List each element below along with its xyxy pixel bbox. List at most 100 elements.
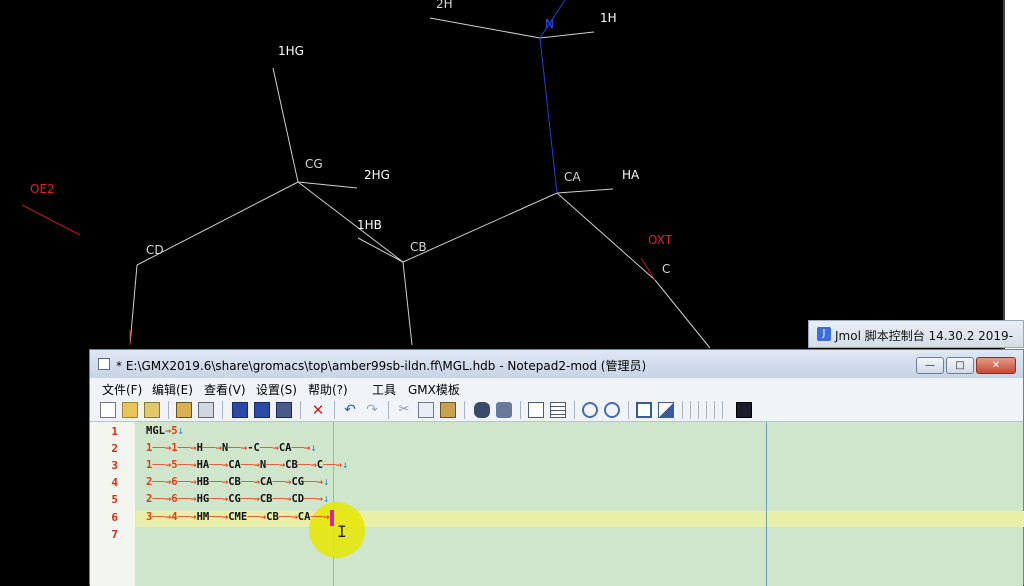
save-as-icon[interactable] <box>254 402 270 418</box>
toolbar-separator <box>464 401 465 419</box>
toolbar-separator <box>520 401 521 419</box>
customize-icon[interactable] <box>658 402 674 418</box>
line-number: 7 <box>111 528 118 541</box>
jmol-viewer[interactable]: 2H N 1H 1HG CG 2HG CA HA OE2 CD 1HB CB O… <box>0 0 1003 350</box>
minimize-button[interactable]: — <box>916 357 944 374</box>
undo-icon[interactable]: ↶ <box>342 402 358 418</box>
tab-arrow-icon: ──→ <box>177 476 197 488</box>
line-number: 1 <box>111 425 118 438</box>
code-line-6[interactable]: 3──→4──→HM──→CME──→CB──→CA──→↓ <box>146 511 336 523</box>
tab-arrow-icon: ──→ <box>152 511 172 523</box>
atom-label-ha: HA <box>622 168 640 182</box>
tab-arrow-icon: ──→ <box>209 511 229 523</box>
tab-arrow-icon: ──→ <box>310 511 330 523</box>
bond-cg-1hg <box>272 67 299 183</box>
tab-arrow-icon: ──→ <box>323 459 343 471</box>
atom-label-1hg: 1HG <box>278 44 304 58</box>
atom-label-2h: 2H <box>436 0 453 11</box>
open-folder-icon[interactable] <box>122 402 138 418</box>
word-wrap-icon[interactable] <box>528 402 544 418</box>
menu-help[interactable]: 帮助(?) <box>308 381 348 398</box>
menu-tools[interactable]: 工具 <box>372 381 396 398</box>
long-line-marker <box>766 422 767 586</box>
save-icon-a[interactable] <box>176 402 192 418</box>
browse-icon[interactable] <box>144 402 160 418</box>
tab-arrow-icon: ──→ <box>177 442 197 454</box>
menu-file[interactable]: 文件(F) <box>102 381 142 398</box>
scheme-icon[interactable] <box>636 402 652 418</box>
menu-view[interactable]: 查看(V) <box>204 381 246 398</box>
toolbar-separator <box>388 401 389 419</box>
jmol-console-title: Jmol 脚本控制台 14.30.2 2019- <box>835 329 1014 343</box>
code-line-3[interactable]: 1──→5──→HA──→CA──→N──→CB──→C──→↓ <box>146 459 348 471</box>
text-caret <box>330 510 334 526</box>
bond-c-o <box>654 279 711 349</box>
toolbar-separator <box>706 401 707 419</box>
zoom-out-icon[interactable] <box>604 402 620 418</box>
terminal-icon[interactable] <box>736 402 752 418</box>
window-title: * E:\GMX2019.6\share\gromacs\top\amber99… <box>116 359 647 373</box>
tab-arrow-icon: ──→ <box>209 493 229 505</box>
copy-icon[interactable] <box>418 402 434 418</box>
new-file-icon[interactable] <box>100 402 116 418</box>
tab-arrow-icon: ──→ <box>304 493 324 505</box>
redo-icon[interactable]: ↷ <box>364 402 380 418</box>
menu-settings[interactable]: 设置(S) <box>256 381 297 398</box>
code-token: CB <box>266 511 279 523</box>
atom-label-oe2: OE2 <box>30 182 55 196</box>
new-window-icon[interactable] <box>198 402 214 418</box>
bond-n-2h <box>429 17 541 39</box>
zoom-in-icon[interactable] <box>582 402 598 418</box>
menu-gmx-templates[interactable]: GMX模板 <box>408 381 460 398</box>
tab-arrow-icon: ──→ <box>240 459 260 471</box>
bond-cb-1hb <box>357 237 404 263</box>
toolbar-separator <box>628 401 629 419</box>
toolbar-separator <box>334 401 335 419</box>
code-line-2[interactable]: 1──→1──→H──→N──→-C──→CA──→↓ <box>146 442 317 454</box>
save-copy-icon[interactable] <box>276 402 292 418</box>
line-numbers-icon[interactable] <box>550 402 566 418</box>
bond-n-ca <box>539 37 558 194</box>
tab-arrow-icon: ──→ <box>209 459 229 471</box>
close-file-icon[interactable]: ✕ <box>310 402 326 418</box>
bond-ca-c <box>556 192 656 281</box>
tab-arrow-icon: ──→ <box>152 476 172 488</box>
tab-arrow-icon: ──→ <box>240 493 260 505</box>
toolbar-separator <box>300 401 301 419</box>
notepad-app-icon[interactable] <box>98 358 110 370</box>
bond-cb-2hb <box>402 261 413 346</box>
code-token: -C <box>247 442 260 454</box>
bond-ca-ha <box>556 188 614 194</box>
code-line-4[interactable]: 2──→6──→HB──→CB──→CA──→CG──→↓ <box>146 476 329 488</box>
replace-icon[interactable] <box>496 402 512 418</box>
jmol-console-window[interactable]: J Jmol 脚本控制台 14.30.2 2019- <box>808 320 1024 348</box>
tab-arrow-icon: ──→ <box>297 459 317 471</box>
notepad-window[interactable]: * E:\GMX2019.6\share\gromacs\top\amber99… <box>89 349 1024 586</box>
bond-n-1h <box>539 31 595 39</box>
line-end-icon: ↓ <box>323 476 330 488</box>
toolbar-separator <box>714 401 715 419</box>
cut-icon[interactable]: ✂ <box>396 402 412 418</box>
bond-cg-cb <box>297 181 404 263</box>
tab-arrow-icon: ──→ <box>266 459 286 471</box>
text-editor[interactable]: 1 2 3 4 5 6 7 MGL→5↓ 1──→1──→H──→N──→-C─… <box>90 422 1024 586</box>
code-token: HA <box>196 459 210 471</box>
maximize-button[interactable]: □ <box>946 357 974 374</box>
menu-edit[interactable]: 编辑(E) <box>152 381 193 398</box>
atom-label-cd: CD <box>146 243 164 257</box>
desktop-edge <box>1003 0 1024 350</box>
toolbar-separator <box>690 401 691 419</box>
tab-arrow-icon: ──→ <box>240 476 260 488</box>
code-line-5[interactable]: 2──→6──→HG──→CG──→CB──→CD──→↓ <box>146 493 329 505</box>
close-button[interactable]: ✕ <box>976 357 1016 374</box>
save-icon[interactable] <box>232 402 248 418</box>
title-bar[interactable]: * E:\GMX2019.6\share\gromacs\top\amber99… <box>90 350 1023 378</box>
find-icon[interactable] <box>474 402 490 418</box>
paste-icon[interactable] <box>440 402 456 418</box>
code-line-1[interactable]: MGL→5↓ <box>146 425 184 437</box>
code-token: CG <box>291 476 305 488</box>
code-token: CG <box>228 493 241 505</box>
tab-arrow-icon: ──→ <box>247 511 267 523</box>
toolbar: ✕ ↶ ↷ ✂ <box>90 398 1023 422</box>
molecule-bonds <box>21 0 711 349</box>
